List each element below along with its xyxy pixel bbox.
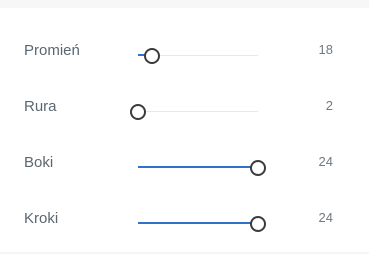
slider-label: Kroki bbox=[24, 210, 59, 227]
slider-label: Rura bbox=[24, 98, 57, 115]
slider-thumb[interactable] bbox=[130, 104, 146, 120]
slider-track[interactable] bbox=[130, 104, 258, 120]
slider-fill bbox=[138, 166, 258, 168]
slider-row-boki: Boki 24 bbox=[0, 142, 369, 198]
slider-row-promien: Promień 18 bbox=[0, 30, 369, 86]
slider-value: 2 bbox=[325, 98, 333, 113]
slider-thumb[interactable] bbox=[250, 160, 266, 176]
slider-label: Boki bbox=[24, 154, 54, 171]
slider-track[interactable] bbox=[138, 216, 266, 232]
slider-track[interactable] bbox=[138, 48, 258, 64]
slider-thumb[interactable] bbox=[250, 216, 266, 232]
slider-fill bbox=[138, 222, 258, 224]
slider-value: 18 bbox=[318, 42, 333, 57]
slider-track[interactable] bbox=[138, 160, 266, 176]
slider-row-kroki: Kroki 24 bbox=[0, 198, 369, 254]
slider-panel: Promień 18 Rura 2 Boki 24 Kroki 24 bbox=[0, 0, 369, 252]
slider-value: 24 bbox=[318, 154, 333, 169]
slider-label: Promień bbox=[24, 42, 80, 59]
slider-thumb[interactable] bbox=[144, 48, 161, 64]
slider-row-rura: Rura 2 bbox=[0, 86, 369, 142]
slider-value: 24 bbox=[318, 210, 333, 225]
